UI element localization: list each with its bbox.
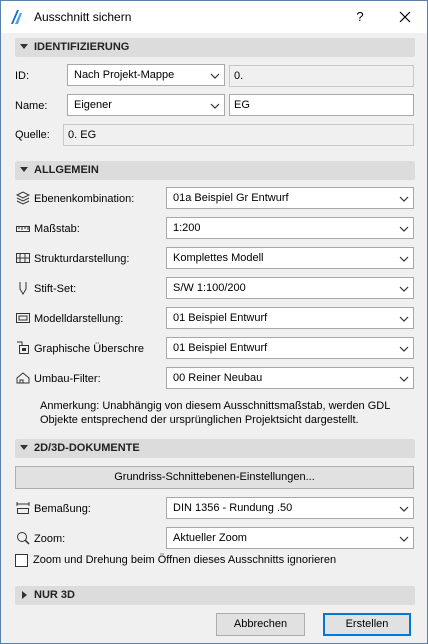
name-label: Name: [15, 100, 48, 112]
dimension-label: Bemaßung: [34, 503, 91, 515]
source-label: Quelle: [15, 129, 50, 141]
structure-display-label: Strukturdarstellung: [34, 253, 130, 265]
title-bar: Ausschnitt sichern ? [1, 1, 427, 33]
section-title: NUR 3D [34, 589, 75, 601]
scale-value: 1:200 [173, 222, 201, 234]
structure-icon [16, 253, 30, 263]
model-view-select[interactable]: 01 Beispiel Entwurf [166, 307, 414, 329]
scale-select[interactable]: 1:200 [166, 217, 414, 239]
model-view-value: 01 Beispiel Entwurf [173, 312, 268, 324]
dimension-select[interactable]: DIN 1356 - Rundung .50 [166, 497, 414, 519]
chevron-down-icon [399, 376, 409, 382]
collapse-triangle-icon [20, 167, 28, 172]
chevron-down-icon [399, 506, 409, 512]
layer-combination-label: Ebenenkombination: [34, 193, 135, 205]
cancel-button[interactable]: Abbrechen [216, 613, 305, 636]
ignore-zoom-rotation-checkbox[interactable] [15, 554, 28, 567]
zoom-value: Aktueller Zoom [173, 532, 247, 544]
renovation-filter-value: 00 Reiner Neubau [173, 372, 263, 384]
structure-display-value: Komplettes Modell [173, 252, 264, 264]
dialog-window: Ausschnitt sichern ? IDENTIFIZIERUNG ID:… [0, 0, 428, 644]
renovation-filter-select[interactable]: 00 Reiner Neubau [166, 367, 414, 389]
archicad-logo-icon [11, 10, 22, 24]
collapse-triangle-icon [20, 445, 28, 450]
pen-set-label: Stift-Set: [34, 283, 77, 295]
pen-set-select[interactable]: S/W 1:100/200 [166, 277, 414, 299]
id-label: ID: [15, 70, 30, 82]
id-mode-select[interactable]: Nach Projekt-Mappe [67, 64, 225, 86]
name-input[interactable]: EG [229, 94, 414, 116]
section-dokumente[interactable]: 2D/3D-DOKUMENTE [15, 439, 415, 458]
renovation-filter-label: Umbau-Filter: [34, 373, 101, 385]
section-title: IDENTIFIZIERUNG [34, 41, 130, 53]
pen-set-value: S/W 1:100/200 [173, 282, 246, 294]
layer-combination-value: 01a Beispiel Gr Entwurf [173, 192, 289, 204]
chevron-down-icon [399, 536, 409, 542]
graphic-override-select[interactable]: 01 Beispiel Entwurf [166, 337, 414, 359]
layer-combination-select[interactable]: 01a Beispiel Gr Entwurf [166, 187, 414, 209]
graphic-override-label: Graphische Überschre [34, 343, 145, 355]
scale-label: Maßstab: [34, 223, 80, 235]
chevron-down-icon [210, 73, 220, 79]
expand-triangle-icon [22, 591, 27, 599]
name-value: EG [234, 99, 250, 111]
source-value: 0. EG [68, 129, 97, 141]
zoom-icon [17, 532, 30, 545]
chevron-down-icon [399, 256, 409, 262]
renovation-filter-icon [16, 372, 30, 384]
section-title: 2D/3D-DOKUMENTE [34, 442, 140, 454]
floor-plan-cut-plane-settings-button[interactable]: Grundriss-Schnittebenen-Einstellungen... [15, 466, 414, 489]
chevron-down-icon [399, 346, 409, 352]
dimension-icon [16, 502, 30, 514]
chevron-down-icon [399, 226, 409, 232]
close-icon[interactable] [393, 7, 417, 27]
graphic-override-icon [17, 341, 29, 354]
section-title: ALLGEMEIN [34, 164, 99, 176]
chevron-down-icon [399, 196, 409, 202]
collapse-triangle-icon [20, 44, 28, 49]
name-mode-value: Eigener [74, 99, 112, 111]
layers-icon [16, 191, 30, 205]
gdl-note: Anmerkung: Unabhängig von diesem Ausschn… [40, 400, 390, 426]
ignore-zoom-rotation-label[interactable]: Zoom und Drehung beim Öffnen dieses Auss… [33, 554, 336, 566]
zoom-select[interactable]: Aktueller Zoom [166, 527, 414, 549]
window-title: Ausschnitt sichern [34, 10, 132, 24]
model-view-icon [16, 313, 30, 323]
section-identifizierung[interactable]: IDENTIFIZIERUNG [15, 38, 415, 57]
create-button[interactable]: Erstellen [323, 613, 411, 636]
chevron-down-icon [399, 316, 409, 322]
ruler-icon [16, 226, 30, 232]
section-nur3d[interactable]: NUR 3D [15, 586, 415, 605]
chevron-down-icon [210, 103, 220, 109]
source-field: 0. EG [63, 124, 414, 146]
name-mode-select[interactable]: Eigener [67, 94, 225, 116]
dimension-value: DIN 1356 - Rundung .50 [173, 502, 293, 514]
structure-display-select[interactable]: Komplettes Modell [166, 247, 414, 269]
zoom-label: Zoom: [34, 533, 66, 545]
help-button[interactable]: ? [349, 7, 371, 27]
graphic-override-value: 01 Beispiel Entwurf [173, 342, 268, 354]
id-mode-value: Nach Projekt-Mappe [74, 69, 175, 81]
id-value: 0. [234, 70, 244, 82]
chevron-down-icon [399, 286, 409, 292]
pen-icon [19, 282, 27, 295]
id-value-field: 0. [229, 65, 414, 87]
model-view-label: Modelldarstellung: [34, 313, 124, 325]
section-allgemein[interactable]: ALLGEMEIN [15, 161, 415, 180]
